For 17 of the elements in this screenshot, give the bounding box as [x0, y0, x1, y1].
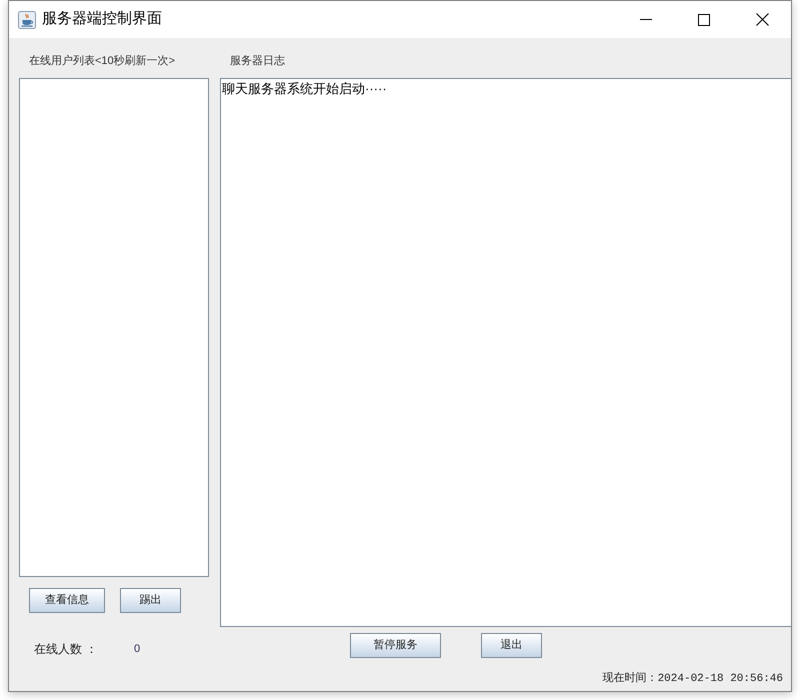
current-time: 现在时间：2024-02-18 20:56:46: [602, 671, 783, 687]
exit-button[interactable]: 退出: [481, 633, 542, 658]
log-line: 聊天服务器系统开始启动·····: [222, 80, 387, 98]
kick-button[interactable]: 踢出: [120, 588, 181, 613]
pause-service-button[interactable]: 暂停服务: [350, 633, 441, 658]
minimize-icon: [640, 19, 652, 20]
online-users-label: 在线用户列表<10秒刷新一次>: [28, 54, 176, 69]
view-info-button[interactable]: 查看信息: [29, 588, 105, 613]
online-count-label: 在线人数 ：: [34, 641, 98, 658]
user-list[interactable]: [19, 78, 209, 577]
close-icon: [756, 13, 768, 26]
window-title: 服务器端控制界面: [42, 9, 162, 30]
coffee-cup-icon: [18, 10, 36, 28]
maximize-icon: [698, 14, 710, 26]
online-count-value: 0: [134, 642, 140, 657]
server-log-area[interactable]: 聊天服务器系统开始启动·····: [220, 78, 791, 627]
server-log-label: 服务器日志: [229, 54, 286, 69]
